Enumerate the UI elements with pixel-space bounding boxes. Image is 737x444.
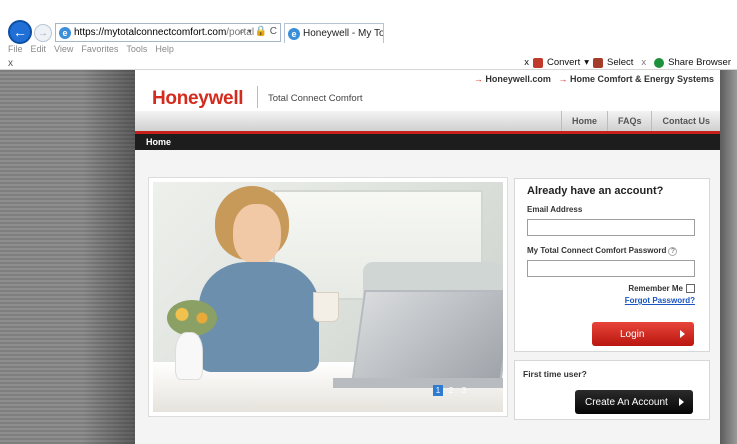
address-tools[interactable]: ⌕ ▾ 🔒 C: [239, 26, 277, 37]
remember-me-checkbox[interactable]: [686, 284, 695, 293]
page-viewport: → Honeywell.com → Home Comfort & Energy …: [0, 70, 737, 444]
hero-person-body: [199, 262, 319, 372]
convert-caret-icon[interactable]: ▾: [584, 57, 589, 68]
hero-person-face: [233, 204, 281, 264]
browser-chrome: ← → e https://mytotalconnectcomfort.com /…: [0, 12, 737, 70]
hero-carousel: 1 2 3: [148, 177, 508, 417]
signup-panel: First time user? Create An Account: [514, 360, 710, 420]
email-field[interactable]: [527, 219, 695, 236]
link-home-comfort[interactable]: Home Comfort & Energy Systems: [570, 74, 714, 84]
menu-favorites[interactable]: Favorites: [81, 44, 118, 56]
play-arrow-icon: [680, 330, 685, 338]
nav-home[interactable]: Home: [560, 111, 607, 131]
hero-vase: [175, 332, 203, 380]
menu-edit[interactable]: Edit: [31, 44, 47, 56]
remember-me: Remember Me: [628, 284, 695, 293]
convert-icon: [532, 57, 543, 68]
arrow-icon: →: [558, 74, 568, 84]
password-label: My Total Connect Comfort Password: [527, 246, 667, 255]
address-bar[interactable]: e https://mytotalconnectcomfort.com/port…: [55, 23, 281, 42]
right-background: [720, 70, 737, 444]
menu-bar: File Edit View Favorites Tools Help: [8, 44, 174, 56]
create-account-button[interactable]: Create An Account: [575, 390, 693, 414]
honeywell-logo[interactable]: Honeywell: [152, 88, 244, 110]
nav-contact-us[interactable]: Contact Us: [651, 111, 720, 131]
hero-laptop-base: [333, 378, 503, 388]
forgot-password-link[interactable]: Forgot Password?: [625, 296, 695, 305]
toolbar-close-left[interactable]: x: [8, 58, 13, 69]
login-button-label: Login: [620, 328, 645, 340]
breadcrumb: Home: [135, 134, 720, 150]
carousel-page-1[interactable]: 1: [433, 385, 443, 396]
ie-favicon-icon: e: [59, 26, 71, 39]
login-button[interactable]: Login: [592, 322, 694, 346]
password-field[interactable]: [527, 260, 695, 277]
utility-links: → Honeywell.com → Home Comfort & Energy …: [474, 74, 714, 84]
convert-button[interactable]: Convert: [547, 57, 580, 68]
top-band: [0, 0, 737, 12]
arrow-icon: →: [473, 74, 483, 84]
site-tagline: Total Connect Comfort: [268, 93, 363, 104]
select-button[interactable]: Select: [607, 57, 633, 68]
signup-title: First time user?: [523, 369, 587, 379]
forward-button[interactable]: →: [34, 24, 52, 42]
menu-help[interactable]: Help: [155, 44, 174, 56]
menu-file[interactable]: File: [8, 44, 23, 56]
help-icon[interactable]: ?: [668, 247, 678, 256]
content-area: 1 2 3 Already have an account? Email Add…: [135, 150, 720, 444]
tab-honeywell[interactable]: e Honeywell - My Total Conn... ×: [284, 23, 384, 43]
forward-arrow-icon: →: [38, 27, 48, 39]
link-honeywell-com[interactable]: Honeywell.com: [485, 74, 551, 84]
toolbar-close-2[interactable]: x: [641, 57, 646, 68]
site-container: → Honeywell.com → Home Comfort & Energy …: [135, 70, 720, 444]
toolbar-close-1[interactable]: x: [524, 57, 529, 68]
login-panel: Already have an account? Email Address M…: [514, 178, 710, 352]
menu-view[interactable]: View: [54, 44, 73, 56]
carousel-page-2[interactable]: 2: [446, 385, 456, 396]
back-arrow-icon: ←: [13, 24, 27, 40]
remember-me-label: Remember Me: [628, 284, 683, 293]
select-icon: [593, 57, 603, 68]
tab-favicon-icon: e: [288, 27, 300, 40]
carousel-page-3[interactable]: 3: [459, 385, 469, 396]
main-nav: Home FAQs Contact Us: [135, 111, 720, 131]
url-host: https://mytotalconnectcomfort.com: [74, 27, 227, 38]
toolbar-right: x Convert ▾ Select x Share Browser: [524, 57, 731, 68]
logo-divider: [257, 86, 258, 108]
nav-faqs[interactable]: FAQs: [606, 111, 652, 131]
hero-flowers: [167, 300, 217, 336]
carousel-pager: 1 2 3: [433, 385, 469, 396]
back-button[interactable]: ←: [8, 20, 32, 44]
tab-title: Honeywell - My Total Conn...: [303, 28, 384, 39]
hero-laptop-screen: [351, 290, 503, 380]
play-arrow-icon: [679, 398, 684, 406]
share-icon: [654, 57, 665, 68]
hero-image: 1 2 3: [153, 182, 503, 412]
menu-tools[interactable]: Tools: [126, 44, 147, 56]
create-account-label: Create An Account: [585, 396, 668, 408]
email-label: Email Address: [527, 205, 583, 214]
password-label-row: My Total Connect Comfort Password?: [527, 246, 678, 256]
left-background: [0, 70, 135, 444]
share-browser-button[interactable]: Share Browser: [668, 57, 731, 68]
login-title: Already have an account?: [527, 185, 664, 197]
hero-mug: [313, 292, 339, 322]
